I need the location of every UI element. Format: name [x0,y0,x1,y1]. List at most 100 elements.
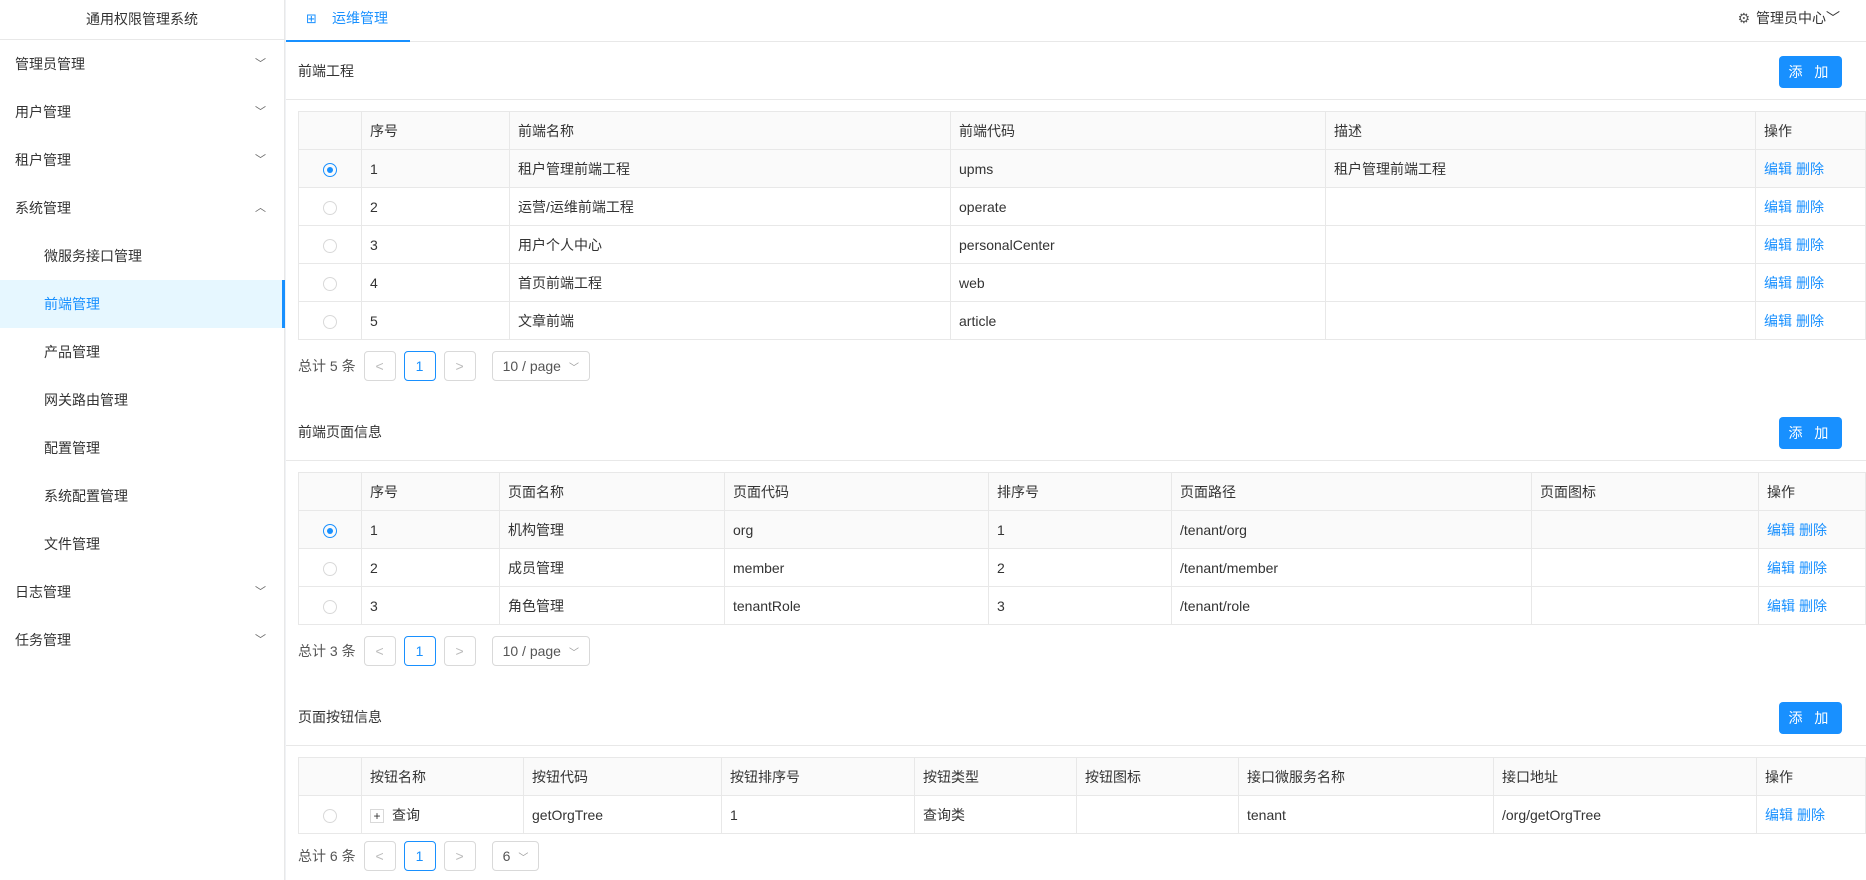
chevron-down-icon: ﹀ [255,106,266,118]
page-button-current[interactable]: 1 [403,841,436,871]
sidebar-item-label: 用户管理 [15,104,71,120]
admin-center-menu[interactable]: ⚙ 管理员中心﹀ [1737,0,1840,36]
add-button[interactable]: 添 加 [1779,56,1842,88]
grid-icon: ⊞ [306,11,317,26]
delete-link[interactable]: 删除 [1799,598,1827,614]
delete-link[interactable]: 删除 [1796,275,1824,291]
row-code: org [724,510,989,549]
row-actions: 编辑 删除 [1755,187,1866,226]
sidebar-item-tenants[interactable]: 租户管理 ﹀ [0,136,284,184]
row-actions: 编辑 删除 [1755,301,1866,340]
page-button-current[interactable]: 1 [403,351,436,381]
column-header: 按钮类型 [914,757,1077,796]
sidebar-item-system-config[interactable]: 系统配置管理 [0,472,284,520]
admin-center-label: 管理员中心 [1756,10,1826,26]
edit-link[interactable]: 编辑 [1764,275,1792,291]
row-name: 成员管理 [499,548,725,587]
sidebar-item-config[interactable]: 配置管理 [0,424,284,472]
row-actions: 编辑 删除 [1756,795,1866,834]
row-radio[interactable] [323,808,337,823]
delete-link[interactable]: 删除 [1799,522,1827,538]
row-path: /tenant/member [1171,548,1532,587]
row-radio[interactable] [323,523,337,538]
add-button[interactable]: 添 加 [1779,417,1842,449]
sidebar-item-label: 配置管理 [44,440,100,456]
sidebar-item-products[interactable]: 产品管理 [0,328,284,376]
sidebar-item-microservice-api[interactable]: 微服务接口管理 [0,232,284,280]
table-header-row: 按钮名称 按钮代码 按钮排序号 按钮类型 按钮图标 接口微服务名称 接口地址 操… [298,757,1866,796]
delete-link[interactable]: 删除 [1799,560,1827,576]
prev-page-button[interactable]: < [363,351,396,381]
table-row[interactable]: + 查询 getOrgTree 1 查询类 tenant /org/getOrgT… [298,795,1866,834]
table-row[interactable]: 1 租户管理前端工程 upms 租户管理前端工程 编辑 删除 [298,149,1866,188]
sidebar-item-gateway-routes[interactable]: 网关路由管理 [0,376,284,424]
page-size-select[interactable]: 6 ﹀ [491,841,540,871]
row-radio[interactable] [323,599,337,614]
edit-link[interactable]: 编辑 [1764,313,1792,329]
edit-link[interactable]: 编辑 [1767,598,1795,614]
prev-page-button[interactable]: < [363,636,396,666]
sidebar-item-users[interactable]: 用户管理 ﹀ [0,88,284,136]
card-title: 页面按钮信息 [298,709,382,725]
next-page-button[interactable]: > [443,636,476,666]
row-code: tenantRole [724,586,989,625]
page-size-select[interactable]: 10 / page ﹀ [491,636,590,666]
delete-link[interactable]: 删除 [1796,199,1824,215]
next-page-button[interactable]: > [443,351,476,381]
table-row[interactable]: 2 运营/运维前端工程 operate 编辑 删除 [298,187,1866,226]
row-name: 租户管理前端工程 [509,149,951,188]
row-radio[interactable] [323,276,337,291]
column-header-select [298,757,362,796]
table-row[interactable]: 5 文章前端 article 编辑 删除 [298,301,1866,340]
prev-page-button[interactable]: < [363,841,396,871]
table-header-row: 序号 前端名称 前端代码 描述 操作 [298,111,1866,150]
sidebar: 通用权限管理系统 管理员管理 ﹀ 用户管理 ﹀ 租户管理 ﹀ 系统管理 ︿ 微服务接口管… [0,0,285,880]
add-button[interactable]: 添 加 [1779,702,1842,734]
row-code: web [950,263,1326,302]
edit-link[interactable]: 编辑 [1764,161,1792,177]
sidebar-item-system[interactable]: 系统管理 ︿ [0,184,284,232]
tab-ops[interactable]: ⊞ 运维管理 [286,0,410,42]
page-size-select[interactable]: 10 / page ﹀ [491,351,590,381]
row-radio[interactable] [323,162,337,177]
row-no: 3 [361,586,500,625]
row-select-cell [298,149,362,188]
sidebar-item-tasks[interactable]: 任务管理 ﹀ [0,616,284,664]
row-code: operate [950,187,1326,226]
table-row[interactable]: 3 用户个人中心 personalCenter 编辑 删除 [298,225,1866,264]
table-row[interactable]: 2 成员管理 member 2 /tenant/member 编辑 删除 [298,548,1866,587]
row-order: 2 [988,548,1172,587]
edit-link[interactable]: 编辑 [1764,199,1792,215]
row-radio[interactable] [323,314,337,329]
edit-link[interactable]: 编辑 [1767,522,1795,538]
page-button-current[interactable]: 1 [403,636,436,666]
delete-link[interactable]: 删除 [1796,313,1824,329]
column-header: 序号 [361,111,510,150]
row-radio[interactable] [323,238,337,253]
column-header: 排序号 [988,472,1172,511]
delete-link[interactable]: 删除 [1796,237,1824,253]
frontend-project-card: 前端工程 添 加 序号 前端名称 前端代码 描述 操作 1 租户管理前端工程 u… [286,42,1866,404]
table-row[interactable]: 3 角色管理 tenantRole 3 /tenant/role 编辑 删除 [298,586,1866,625]
column-header: 按钮名称 [361,757,524,796]
sidebar-item-files[interactable]: 文件管理 [0,520,284,568]
chevron-down-icon: ﹀ [568,647,579,659]
row-name: 运营/运维前端工程 [509,187,951,226]
edit-link[interactable]: 编辑 [1764,237,1792,253]
sidebar-item-admin[interactable]: 管理员管理 ﹀ [0,40,284,88]
chevron-up-icon: ︿ [255,202,266,214]
expand-icon[interactable]: + [370,808,384,823]
table-row[interactable]: 4 首页前端工程 web 编辑 删除 [298,263,1866,302]
row-radio[interactable] [323,561,337,576]
sidebar-item-logs[interactable]: 日志管理 ﹀ [0,568,284,616]
row-type: 查询类 [914,795,1077,834]
edit-link[interactable]: 编辑 [1767,560,1795,576]
edit-link[interactable]: 编辑 [1765,807,1793,823]
delete-link[interactable]: 删除 [1796,161,1824,177]
delete-link[interactable]: 删除 [1797,807,1825,823]
sidebar-item-frontend[interactable]: 前端管理 [0,280,285,328]
row-radio[interactable] [323,200,337,215]
column-header: 按钮代码 [523,757,722,796]
next-page-button[interactable]: > [443,841,476,871]
table-row[interactable]: 1 机构管理 org 1 /tenant/org 编辑 删除 [298,510,1866,549]
